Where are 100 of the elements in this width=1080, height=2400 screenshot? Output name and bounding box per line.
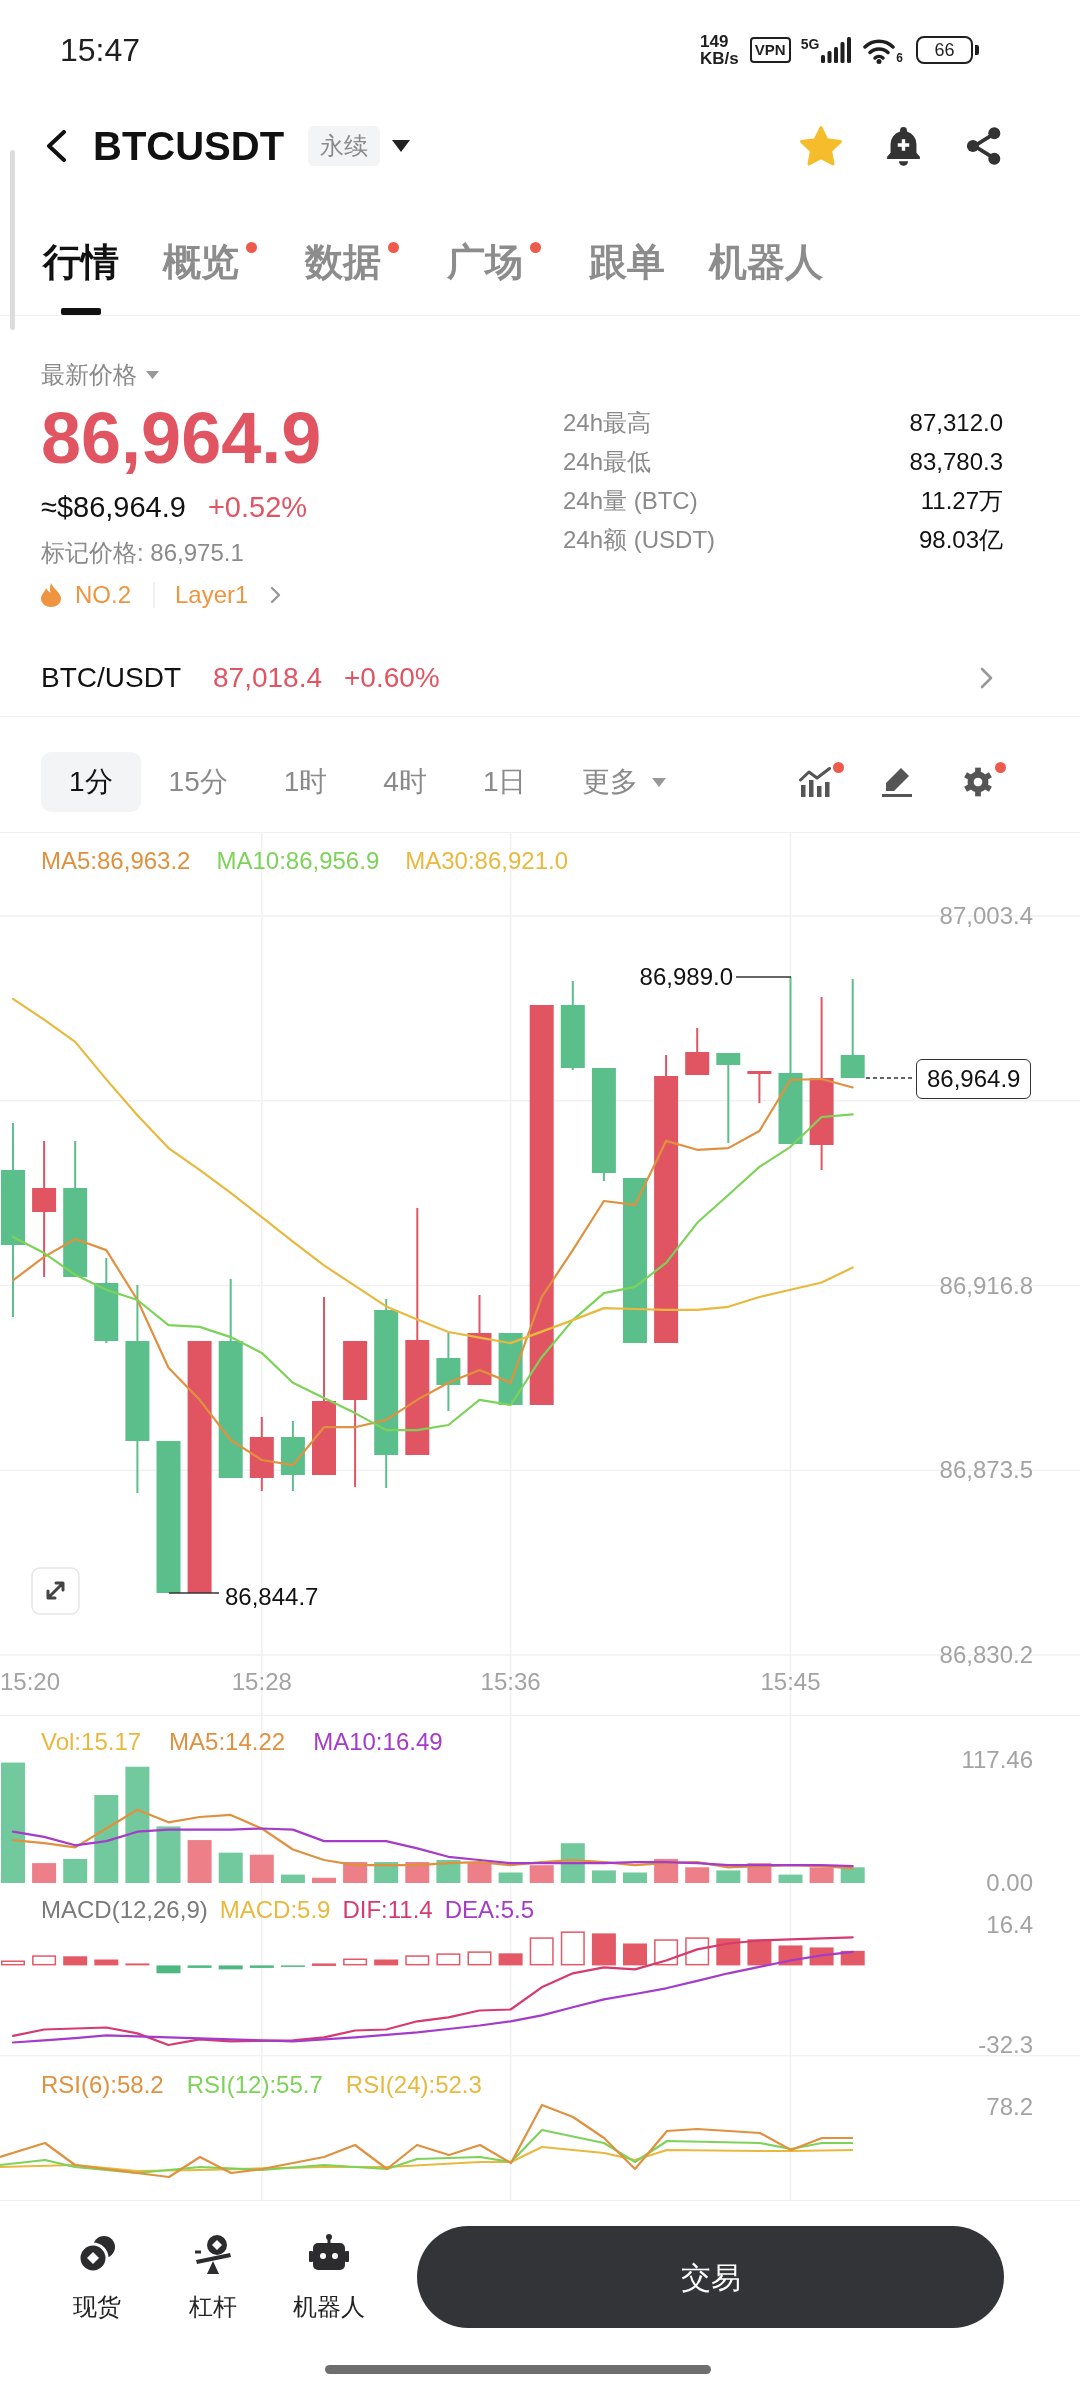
- macd-histogram-bar: [125, 1963, 150, 1966]
- tab[interactable]: 行情: [43, 238, 119, 315]
- rank-text: NO.2: [75, 580, 131, 610]
- stat-label: 24h最高: [563, 407, 652, 438]
- volume-bar: [498, 1872, 523, 1883]
- bottom-nav-item[interactable]: 杠杆: [163, 2226, 263, 2322]
- share-icon[interactable]: [965, 126, 1003, 166]
- volume-bar: [218, 1852, 243, 1883]
- pencil-icon[interactable]: [881, 767, 913, 797]
- volume-bar: [280, 1874, 305, 1883]
- tab[interactable]: 概览: [163, 238, 261, 286]
- tab[interactable]: 跟单: [589, 238, 665, 286]
- back-icon[interactable]: [45, 130, 67, 162]
- caret-icon[interactable]: [392, 140, 411, 152]
- volume-bar: [156, 1826, 181, 1883]
- volume-bar: [685, 1867, 710, 1883]
- macd-histogram-bar: [156, 1965, 181, 1974]
- interval-tab[interactable]: 1分: [41, 752, 141, 812]
- chevron-right-icon[interactable]: [980, 667, 993, 689]
- mark-price-text: 标记价格: 86,975.1: [41, 538, 244, 568]
- stat-value: 11.27万: [920, 485, 1003, 516]
- price-change: +0.52%: [207, 490, 308, 525]
- macd-histogram-bar: [405, 1955, 430, 1966]
- contract-type-tag[interactable]: 永续: [308, 126, 381, 166]
- time-axis-label: 15:45: [760, 1667, 821, 1697]
- price-axis-label: 86,830.2: [939, 1640, 1033, 1670]
- interval-tab[interactable]: 4时: [355, 752, 455, 812]
- leader-line: [735, 976, 792, 978]
- network-speed-value: 149: [700, 33, 730, 50]
- legend-value: DEA:5.5: [444, 1895, 535, 1925]
- tab[interactable]: 广场: [447, 238, 545, 286]
- legend-value: MA5:14.22: [169, 1727, 286, 1757]
- expand-icon[interactable]: [31, 1567, 80, 1615]
- usd-price: ≈$86,964.9: [41, 490, 186, 525]
- volume-bar: [716, 1870, 741, 1883]
- stat-value: 83,780.3: [909, 446, 1003, 477]
- candlestick: [685, 1027, 710, 1076]
- volume-bar: [312, 1877, 336, 1883]
- bar-chart-icon[interactable]: [799, 767, 831, 797]
- interval-tab[interactable]: 15分: [140, 752, 256, 812]
- legend-value: MA10:16.49: [313, 1727, 443, 1757]
- time-axis-label: 15:20: [0, 1667, 61, 1697]
- low-price-label: 86,844.7: [225, 1582, 319, 1612]
- volume-bar: [840, 1867, 865, 1883]
- macd-histogram-bar: [1, 1960, 25, 1966]
- rsi-axis-label: 78.2: [986, 2092, 1033, 2122]
- macd-histogram-bar: [747, 1939, 772, 1966]
- macd-histogram-bar: [560, 1931, 585, 1966]
- price-type-dropdown[interactable]: 最新价格: [41, 360, 159, 390]
- macd-histogram-bar: [249, 1965, 274, 1968]
- last-price: 86,964.9: [41, 398, 322, 478]
- star-icon[interactable]: [799, 125, 843, 167]
- time-axis-label: 15:36: [480, 1667, 541, 1697]
- macd-histogram-bar: [840, 1950, 865, 1966]
- status-time: 15:47: [60, 31, 141, 70]
- macd-histogram-bar: [467, 1951, 492, 1966]
- macd-histogram-bar: [436, 1953, 461, 1966]
- caret-icon: [652, 777, 667, 787]
- legend-value: MA30:86,921.0: [405, 846, 569, 876]
- coins-icon: [77, 2234, 117, 2274]
- stat-value: 98.03亿: [918, 524, 1003, 555]
- bell-icon[interactable]: [885, 126, 922, 166]
- volume-bar: [467, 1862, 492, 1883]
- candlestick: [747, 1070, 772, 1104]
- chevron-right-icon: [270, 586, 282, 604]
- volume-axis-label: 117.46: [961, 1745, 1033, 1775]
- legend-value: RSI(24):52.3: [345, 2070, 482, 2100]
- vpn-indicator: VPN: [749, 37, 791, 63]
- spot-price: 87,018.4: [213, 661, 322, 695]
- settings-icon[interactable]: [963, 767, 993, 797]
- tab[interactable]: 机器人: [709, 238, 823, 286]
- stat-label: 24h量 (BTC): [563, 485, 698, 516]
- macd-histogram-bar: [591, 1933, 616, 1966]
- tab[interactable]: 数据: [305, 238, 403, 286]
- volume-bar: [32, 1863, 57, 1883]
- macd-histogram-bar: [343, 1958, 368, 1966]
- caret-icon: [146, 371, 159, 379]
- legend-value: DIF:11.4: [342, 1895, 433, 1925]
- bottom-nav-item[interactable]: 现货: [47, 2226, 147, 2322]
- network-speed-unit: KB/s: [700, 50, 739, 67]
- volume-bar: [405, 1862, 430, 1883]
- bottom-nav-item[interactable]: 机器人: [279, 2226, 379, 2322]
- macd-histogram-bar: [498, 1953, 523, 1966]
- signal-icon: [821, 37, 852, 63]
- interval-tab[interactable]: 1时: [255, 752, 356, 812]
- stat-label: 24h额 (USDT): [563, 524, 716, 555]
- interval-tab[interactable]: 更多: [554, 752, 695, 812]
- volume-bar: [249, 1854, 274, 1883]
- category-link[interactable]: Layer1: [175, 580, 282, 610]
- volume-bar: [778, 1874, 803, 1883]
- spot-pair: BTC/USDT: [41, 661, 181, 695]
- leader-line: [168, 1592, 220, 1594]
- wifi-generation-text: 6: [896, 52, 903, 64]
- high-price-label: 86,989.0: [639, 962, 733, 992]
- legend-value: MACD(12,26,9): [41, 1895, 208, 1925]
- volume-bar: [623, 1872, 647, 1883]
- interval-tab[interactable]: 1日: [454, 752, 555, 812]
- stat-label: 24h最低: [563, 446, 652, 477]
- macd-histogram-bar: [623, 1943, 647, 1966]
- trade-button[interactable]: 交易: [417, 2226, 1004, 2328]
